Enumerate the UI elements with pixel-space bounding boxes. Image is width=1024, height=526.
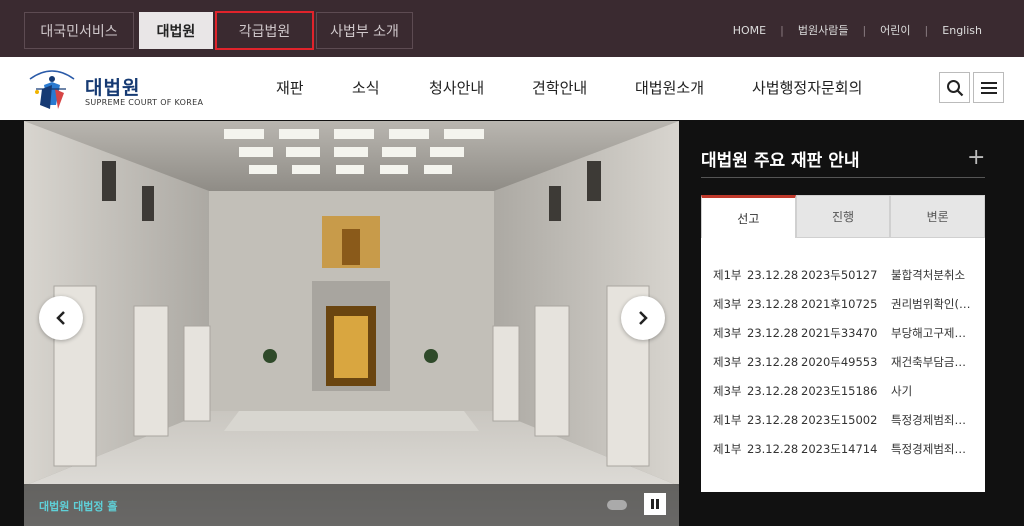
- list-item[interactable]: 제3부 23.12.28 2023도15186 사기: [701, 376, 985, 405]
- case-number: 2023도14714: [801, 441, 878, 456]
- divider: |: [862, 23, 867, 37]
- date: 23.12.28: [747, 296, 799, 311]
- dept: 제1부: [713, 412, 742, 427]
- tab-sentencing[interactable]: 선고: [701, 195, 796, 238]
- date: 23.12.28: [747, 441, 799, 456]
- menu-advisory-council[interactable]: 사법행정자문회의: [752, 77, 862, 98]
- date: 23.12.28: [747, 383, 799, 398]
- menu-trial[interactable]: 재판: [276, 77, 304, 98]
- search-button[interactable]: [939, 72, 970, 103]
- dept: 제1부: [713, 267, 742, 282]
- top-bar: 대국민서비스 대법원 각급법원 사법부 소개 HOME | 법원사람들 | 어린…: [0, 0, 1024, 57]
- pause-icon: [651, 499, 659, 509]
- case-number: 2023도15186: [801, 383, 878, 398]
- logo[interactable]: 대법원 SUPREME COURT OF KOREA: [22, 65, 203, 113]
- tab-courts-all-levels[interactable]: 각급법원: [215, 11, 314, 50]
- dept: 제1부: [713, 441, 742, 456]
- menu-tour-guide[interactable]: 견학안내: [532, 77, 587, 98]
- search-icon: [946, 79, 963, 96]
- hamburger-menu-icon: [980, 81, 997, 94]
- slide-caption: 대법원 대법정 홀: [39, 500, 118, 513]
- case-name: 재건축부담금…: [891, 354, 966, 369]
- trial-list: 제1부 23.12.28 2023두50127 불합격처분취소 제3부 23.12.28…: [701, 238, 985, 492]
- tab-public-service[interactable]: 대국민서비스: [24, 12, 134, 49]
- tab-in-progress[interactable]: 진행: [795, 195, 891, 238]
- case-name: 특정경제범죄…: [891, 412, 966, 427]
- date: 23.12.28: [747, 354, 799, 369]
- case-number: 2021두33470: [801, 325, 878, 340]
- date: 23.12.28: [747, 412, 799, 427]
- home-link[interactable]: HOME: [733, 24, 766, 37]
- panel-title: 대법원 주요 재판 안내: [701, 151, 860, 171]
- menu-button[interactable]: [973, 72, 1004, 103]
- kids-link[interactable]: 어린이: [880, 22, 910, 38]
- dept: 제3부: [713, 296, 742, 311]
- list-item[interactable]: 제1부 23.12.28 2023두50127 불합격처분취소: [701, 260, 985, 289]
- chevron-left-icon: [56, 311, 65, 325]
- case-name: 특정경제범죄…: [891, 441, 966, 456]
- slide-caption-bar: 대법원 대법정 홀: [24, 484, 679, 526]
- hero-slider: 대법원 대법정 홀: [24, 121, 679, 526]
- dept: 제3부: [713, 325, 742, 340]
- list-item[interactable]: 제3부 23.12.28 2021후10725 권리범위확인(…: [701, 289, 985, 318]
- slide-indicator[interactable]: [607, 500, 627, 510]
- logo-emblem: [29, 70, 75, 109]
- panel-tabs: 선고 진행 변론: [701, 195, 986, 238]
- case-name: 불합격처분취소: [891, 267, 966, 282]
- list-item[interactable]: 제3부 23.12.28 2020두49553 재건축부담금…: [701, 347, 985, 376]
- logo-subtitle: SUPREME COURT OF KOREA: [85, 98, 204, 107]
- pause-button[interactable]: [644, 493, 666, 515]
- plus-icon[interactable]: +: [967, 145, 985, 170]
- next-slide-button[interactable]: [621, 296, 665, 340]
- grand-hall-image: [24, 121, 679, 526]
- prev-slide-button[interactable]: [39, 296, 83, 340]
- date: 23.12.28: [747, 267, 799, 282]
- court-people-link[interactable]: 법원사람들: [798, 22, 849, 38]
- logo-title: 대법원: [85, 77, 141, 99]
- case-number: 2021후10725: [801, 296, 878, 311]
- list-item[interactable]: 제1부 23.12.28 2023도14714 특정경제범죄…: [701, 434, 985, 463]
- tab-oral-argument[interactable]: 변론: [890, 195, 986, 238]
- case-number: 2023두50127: [801, 267, 878, 282]
- tab-judiciary-intro[interactable]: 사법부 소개: [316, 12, 413, 49]
- dept: 제3부: [713, 354, 742, 369]
- tab-supreme-court[interactable]: 대법원: [139, 12, 213, 49]
- case-name: 사기: [891, 383, 913, 398]
- case-number: 2023도15002: [801, 412, 878, 427]
- case-name: 권리범위확인(…: [891, 296, 971, 311]
- menu-news[interactable]: 소식: [352, 77, 380, 98]
- list-item[interactable]: 제3부 23.12.28 2021두33470 부당해고구제…: [701, 318, 985, 347]
- menu-building-guide[interactable]: 청사안내: [429, 77, 484, 98]
- list-item[interactable]: 제1부 23.12.28 2023도15002 특정경제범죄…: [701, 405, 985, 434]
- divider: [701, 177, 985, 178]
- main-nav: 대법원 SUPREME COURT OF KOREA 재판 소식 청사안내 견학…: [0, 57, 1024, 120]
- english-link[interactable]: English: [942, 24, 982, 37]
- divider: |: [780, 23, 784, 37]
- menu-court-intro[interactable]: 대법원소개: [635, 77, 704, 98]
- chevron-right-icon: [639, 311, 648, 325]
- utility-links: HOME | 법원사람들 | 어린이 | English: [733, 22, 982, 38]
- case-name: 부당해고구제…: [891, 325, 966, 340]
- dept: 제3부: [713, 383, 742, 398]
- case-number: 2020두49553: [801, 354, 878, 369]
- divider: |: [924, 23, 929, 37]
- date: 23.12.28: [747, 325, 799, 340]
